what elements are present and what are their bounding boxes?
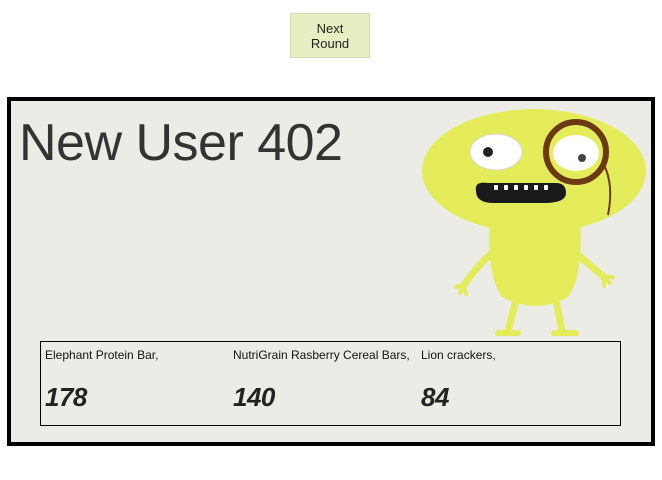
yellow-monster-icon	[422, 109, 646, 336]
food-value: 178	[45, 382, 87, 412]
food-label: Lion crackers,	[421, 348, 496, 362]
food-label: Elephant Protein Bar,	[45, 348, 159, 362]
food-label: NutriGrain Rasberry Cereal Bars,	[233, 348, 410, 362]
food-value: 84	[421, 382, 449, 412]
food-stats-panel: Elephant Protein Bar, 178 NutriGrain Ras…	[40, 341, 621, 426]
food-value: 140	[233, 382, 275, 412]
username-title: New User 402	[19, 114, 343, 172]
next-round-button[interactable]: Next Round	[290, 13, 370, 58]
user-card: New User 402 Elephant Protein Bar, 178 N…	[7, 97, 655, 446]
